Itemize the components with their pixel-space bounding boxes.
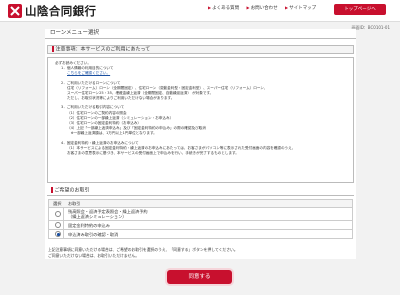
- select-column-header: 選択: [53, 201, 62, 206]
- bank-name-logo: 山陰合同銀行: [25, 4, 97, 18]
- heading-marker: [51, 187, 53, 193]
- bottom-notice-line: 上記注意事項に同意いただける場合は、ご希望のお取引を選択のうえ、「同意する」ボタ…: [48, 247, 238, 252]
- screen-id: 画面ID：BC0101-01: [351, 25, 390, 30]
- header-links: ▶よくある質問 ▶お問い合わせ ▶サイトマップ: [208, 5, 322, 11]
- option-label: 固定金利特約の申込み: [68, 223, 110, 228]
- option-row-confirm-cancel[interactable]: 申込済み取引の確認・取消: [48, 230, 353, 239]
- sitemap-link[interactable]: ▶サイトマップ: [285, 5, 316, 11]
- page: 山陰合同銀行 ▶よくある質問 ▶お問い合わせ ▶サイトマップ トップページへ 画…: [0, 0, 400, 295]
- confirm-cancel-radio[interactable]: [55, 231, 61, 237]
- chevron-right-icon: ▶: [208, 5, 212, 10]
- bank-logo-icon: [8, 4, 22, 18]
- option-row-balance-inquiry[interactable]: 残高照会・返済予定表照会・繰上返済予約 （繰上返済シミュレーション）: [48, 208, 353, 221]
- notice-section-heading: 注意事項：本サービスのご利用にあたって: [47, 45, 354, 54]
- page-title: ローンメニュー選択: [45, 29, 356, 39]
- chevron-right-icon: ▶: [246, 5, 250, 10]
- faq-link[interactable]: ▶よくある質問: [208, 5, 239, 11]
- option-row-fixed-rate[interactable]: 固定金利特約の申込み: [48, 221, 353, 230]
- terms-box[interactable]: 必ずお読みください。 1．個人情報の利用目的について こちらをご確認ください。 …: [47, 57, 354, 183]
- contact-link[interactable]: ▶お問い合わせ: [246, 5, 278, 11]
- fixed-rate-radio[interactable]: [55, 222, 61, 228]
- terms-line: お客さまの意思表示に基づき、本サービスの受付画面上で申込みを行い、手続きが完了す…: [67, 151, 239, 156]
- header: 山陰合同銀行 ▶よくある質問 ▶お問い合わせ ▶サイトマップ トップページへ: [0, 0, 400, 22]
- top-page-button[interactable]: トップページへ: [334, 4, 386, 15]
- option-label: 申込済み取引の確認・取消: [68, 232, 119, 237]
- transaction-column-header: お取引: [68, 201, 81, 206]
- main-panel: ローンメニュー選択 注意事項：本サービスのご利用にあたって 必ずお読みください。…: [45, 29, 356, 259]
- option-sublabel: （繰上返済シミュレーション）: [68, 214, 127, 219]
- bottom-notice-line: ご同意いただけない場合は、お取引いただけません。: [48, 253, 140, 258]
- chevron-right-icon: ▶: [285, 5, 289, 10]
- heading-marker: [52, 46, 54, 52]
- selection-section-heading: ご希望のお取引: [47, 187, 354, 196]
- balance-inquiry-radio[interactable]: [55, 211, 61, 217]
- agree-button[interactable]: 同意する: [167, 270, 232, 284]
- selection-table-header: 選択 お取引: [48, 199, 353, 208]
